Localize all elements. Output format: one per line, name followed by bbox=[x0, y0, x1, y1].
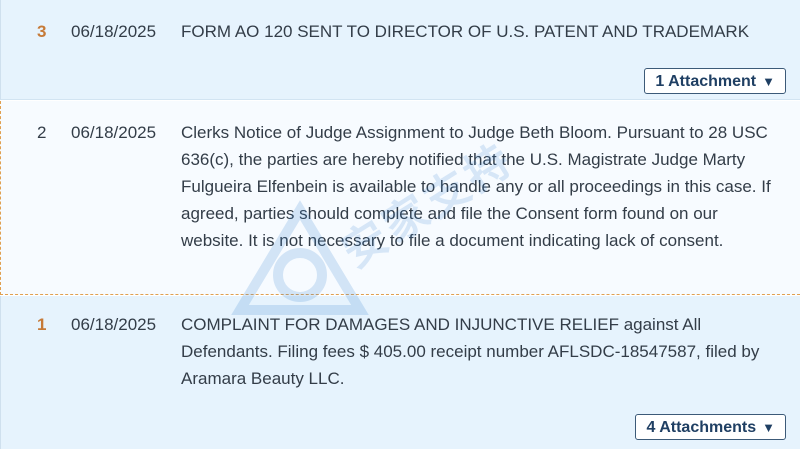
entry-date: 06/18/2025 bbox=[71, 123, 157, 142]
attachments-label: 4 Attachments bbox=[646, 418, 757, 436]
caret-down-icon: ▼ bbox=[762, 419, 775, 435]
caret-down-icon: ▼ bbox=[762, 73, 775, 89]
attachments-label: 1 Attachment bbox=[655, 72, 757, 90]
entry-description: FORM AO 120 SENT TO DIRECTOR OF U.S. PAT… bbox=[181, 22, 750, 41]
entry-description: Clerks Notice of Judge Assignment to Jud… bbox=[181, 123, 771, 250]
docket-entry: 1 06/18/2025 COMPLAINT FOR DAMAGES AND I… bbox=[0, 296, 800, 449]
entry-number[interactable]: 1 bbox=[37, 311, 46, 338]
docket-entry: 2 06/18/2025 Clerks Notice of Judge Assi… bbox=[0, 101, 800, 295]
entry-description: COMPLAINT FOR DAMAGES AND INJUNCTIVE REL… bbox=[181, 315, 760, 388]
entry-date: 06/18/2025 bbox=[71, 22, 157, 41]
attachments-button[interactable]: 1 Attachment ▼ bbox=[644, 68, 786, 94]
entry-number[interactable]: 3 bbox=[37, 18, 46, 45]
docket-list: 3 06/18/2025 FORM AO 120 SENT TO DIRECTO… bbox=[0, 0, 800, 449]
entry-date: 06/18/2025 bbox=[71, 315, 157, 334]
attachments-button[interactable]: 4 Attachments ▼ bbox=[635, 414, 786, 440]
docket-entry: 3 06/18/2025 FORM AO 120 SENT TO DIRECTO… bbox=[0, 0, 800, 100]
entry-number: 2 bbox=[37, 123, 47, 142]
